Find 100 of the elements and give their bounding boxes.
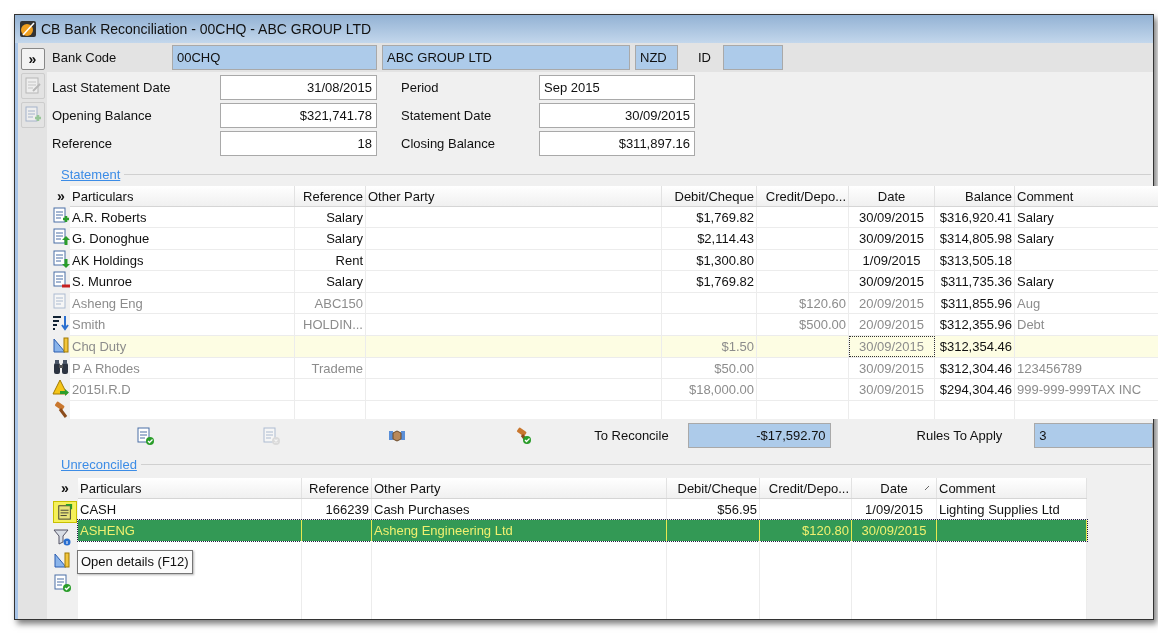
column-header[interactable]: Comment bbox=[937, 478, 1087, 499]
id-field[interactable] bbox=[723, 45, 783, 70]
table-cell: 30/09/2015 bbox=[849, 228, 935, 249]
table-cell: $311,735.36 bbox=[935, 271, 1015, 292]
column-header[interactable]: Particulars bbox=[78, 478, 302, 499]
statement-row[interactable]: AK Holdings Rent $1,300.80 1/09/2015 $313,505.18 bbox=[70, 249, 1158, 272]
expand-toggle[interactable]: » bbox=[61, 478, 69, 500]
table-cell: $316,920.41 bbox=[935, 206, 1015, 228]
table-cell: 30/09/2015 bbox=[849, 336, 935, 357]
table-cell: 30/09/2015 bbox=[849, 379, 935, 400]
field-label: ID bbox=[697, 48, 712, 67]
form-field[interactable]: 18 bbox=[220, 131, 377, 156]
move-down-icon[interactable] bbox=[52, 249, 70, 268]
tooltip: Open details (F12) bbox=[77, 550, 193, 574]
table-cell: Salary bbox=[1015, 271, 1158, 292]
table-cell: $313,505.18 bbox=[935, 249, 1015, 271]
table-cell: $18,000.00 bbox=[662, 379, 757, 400]
table-cell: Chq Duty bbox=[70, 336, 295, 357]
binoculars-icon[interactable] bbox=[52, 357, 70, 376]
column-header[interactable]: Reference bbox=[295, 185, 366, 206]
expand-toggle[interactable]: » bbox=[57, 185, 65, 207]
column-header[interactable]: Balance bbox=[935, 185, 1015, 206]
table-cell: ASHENG bbox=[78, 520, 302, 542]
table-cell: Salary bbox=[295, 271, 366, 292]
table-cell: 30/09/2015 bbox=[849, 357, 935, 379]
statement-row[interactable]: A.R. Roberts Salary $1,769.82 30/09/2015 $316,920.41 Salary bbox=[70, 206, 1158, 229]
statement-row[interactable]: G. Donoghue Salary $2,114.43 30/09/2015 $314,805.98 Salary bbox=[70, 228, 1158, 250]
app-logo-icon bbox=[19, 20, 37, 38]
table-cell: 123456789 bbox=[1015, 357, 1158, 379]
table-cell: $312,354.46 bbox=[935, 336, 1015, 357]
statement-row[interactable]: Asheng Eng ABC150 $120.60 20/09/2015 $311,855.96 Aug bbox=[70, 292, 1158, 315]
column-header[interactable]: Date bbox=[852, 478, 937, 499]
table-cell: 30/09/2015 bbox=[852, 520, 937, 542]
table-cell: G. Donoghue bbox=[70, 228, 295, 249]
table-cell: $314,805.98 bbox=[935, 228, 1015, 249]
currency-field[interactable]: NZD bbox=[635, 45, 678, 70]
accept-icon[interactable] bbox=[136, 426, 154, 445]
column-header[interactable]: Other Party bbox=[372, 478, 667, 499]
table-cell: ABC150 bbox=[295, 292, 366, 314]
form-field[interactable]: 30/09/2015 bbox=[539, 103, 695, 128]
column-header[interactable]: Reference bbox=[302, 478, 372, 499]
table-cell: $312,355.96 bbox=[935, 314, 1015, 336]
open-details-button[interactable] bbox=[53, 501, 77, 524]
set-square-icon[interactable] bbox=[53, 551, 71, 570]
sort-icon[interactable] bbox=[52, 314, 70, 333]
form-field[interactable]: $321,741.78 bbox=[220, 103, 377, 128]
filter-info-icon[interactable] bbox=[53, 528, 71, 547]
statement-row[interactable]: S. Munroe Salary $1,769.82 30/09/2015 $311,735.36 Salary bbox=[70, 271, 1158, 293]
set-square-icon[interactable] bbox=[52, 336, 70, 355]
window-title: CB Bank Reconciliation - 00CHQ - ABC GROUP LTD bbox=[41, 19, 372, 39]
statement-row[interactable]: 2015I.R.D $18,000.00 30/09/2015 $294,304.46 999-999-999TAX INC bbox=[70, 379, 1158, 401]
table-cell: $1,769.82 bbox=[662, 271, 757, 292]
table-cell: Salary bbox=[295, 228, 366, 249]
move-up-icon[interactable] bbox=[52, 228, 70, 247]
bank-code-field[interactable]: 00CHQ bbox=[172, 45, 377, 70]
field-label: Period bbox=[401, 78, 440, 97]
table-cell: $50.00 bbox=[662, 357, 757, 379]
field-label: To Reconcile bbox=[594, 427, 670, 446]
column-header[interactable]: Debit/Cheque bbox=[667, 478, 760, 499]
table-cell: S. Munroe bbox=[70, 271, 295, 292]
column-header[interactable]: Other Party bbox=[366, 185, 662, 206]
table-cell: Rent bbox=[295, 249, 366, 271]
table-cell: Trademe bbox=[295, 357, 366, 379]
table-cell: P A Rhodes bbox=[70, 357, 295, 379]
gavel-check-icon[interactable] bbox=[514, 426, 533, 445]
table-cell: HOLDIN... bbox=[295, 314, 366, 336]
field-label: Statement Date bbox=[401, 106, 493, 125]
rules-field[interactable]: 3 bbox=[1034, 423, 1153, 449]
table-cell: 2015I.R.D bbox=[70, 379, 295, 400]
table-cell: 20/09/2015 bbox=[849, 292, 935, 314]
gavel-icon[interactable] bbox=[52, 400, 70, 419]
column-header[interactable]: Credit/Depo... bbox=[757, 185, 849, 206]
column-header[interactable]: Date bbox=[849, 185, 935, 206]
form-field[interactable]: 31/08/2015 bbox=[220, 75, 377, 100]
remove-row-icon[interactable] bbox=[52, 271, 70, 290]
column-header[interactable]: Debit/Cheque bbox=[662, 185, 757, 206]
column-header[interactable]: Particulars bbox=[70, 185, 295, 206]
add-row-icon[interactable] bbox=[52, 206, 70, 225]
table-cell: 30/09/2015 bbox=[849, 271, 935, 292]
table-cell: Salary bbox=[295, 206, 366, 228]
field-label: Closing Balance bbox=[401, 134, 496, 153]
form-field[interactable]: Sep 2015 bbox=[539, 75, 695, 100]
table-cell: $311,855.96 bbox=[935, 292, 1015, 314]
column-header[interactable]: Credit/Depo... bbox=[760, 478, 852, 499]
expand-button[interactable]: » bbox=[20, 48, 45, 70]
table-cell: $1,769.82 bbox=[662, 206, 757, 228]
column-header[interactable]: Comment bbox=[1015, 185, 1158, 206]
field-label: Last Statement Date bbox=[52, 78, 172, 97]
to-reconcile-field[interactable]: -$17,592.70 bbox=[688, 423, 831, 449]
table-cell: $1,300.80 bbox=[662, 249, 757, 271]
table-cell: 999-999-999TAX INC bbox=[1015, 379, 1158, 400]
table-cell: Aug bbox=[1015, 292, 1158, 314]
statement-row[interactable]: Chq Duty $1.50 30/09/2015 $312,354.46 bbox=[70, 336, 1158, 358]
statement-row[interactable]: P A Rhodes Trademe $50.00 30/09/2015 $312,304.46 123456789 bbox=[70, 357, 1158, 380]
form-field[interactable]: $311,897.16 bbox=[539, 131, 695, 156]
table-cell: 30/09/2015 bbox=[849, 206, 935, 228]
table-cell: $2,114.43 bbox=[662, 228, 757, 249]
refresh-document-icon[interactable] bbox=[53, 574, 71, 593]
table-cell: $120.60 bbox=[757, 292, 849, 314]
bank-name-field[interactable]: ABC GROUP LTD bbox=[382, 45, 630, 70]
